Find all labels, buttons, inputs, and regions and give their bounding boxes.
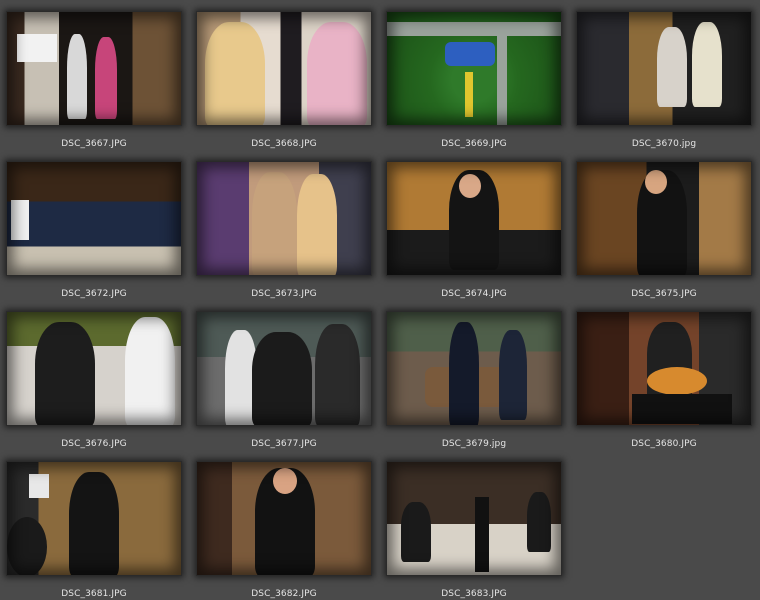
photo-filename: DSC_3679.jpg [441, 439, 507, 449]
photo-thumbnail[interactable] [6, 11, 182, 126]
photo-image [196, 311, 372, 426]
photo-filename: DSC_3670.jpg [631, 139, 697, 149]
photo-image [6, 311, 182, 426]
photo-image [576, 11, 752, 126]
photo-image [576, 311, 752, 426]
photo-filename: DSC_3677.JPG [251, 439, 317, 449]
photo-image [386, 161, 562, 276]
photo-thumbnail[interactable] [6, 311, 182, 426]
photo-thumbnail[interactable] [386, 461, 562, 576]
photo-image [386, 11, 562, 126]
photo-filename: DSC_3669.JPG [441, 139, 507, 149]
photo-image [196, 461, 372, 576]
photo-thumbnail[interactable] [196, 11, 372, 126]
photo-filename: DSC_3683.JPG [441, 589, 507, 599]
thumbnail-gallery: DSC_3667.JPG DSC_3668.JPG DSC_3669.JPG D… [0, 0, 760, 600]
photo-thumbnail[interactable] [196, 461, 372, 576]
photo-filename: DSC_3680.JPG [631, 439, 697, 449]
photo-thumbnail[interactable] [386, 11, 562, 126]
photo-filename: DSC_3676.JPG [61, 439, 127, 449]
photo-filename: DSC_3682.JPG [251, 589, 317, 599]
photo-filename: DSC_3668.JPG [251, 139, 317, 149]
photo-thumbnail[interactable] [196, 311, 372, 426]
photo-filename: DSC_3674.JPG [441, 289, 507, 299]
photo-thumbnail[interactable] [576, 311, 752, 426]
photo-thumbnail[interactable] [386, 161, 562, 276]
photo-image [386, 461, 562, 576]
photo-thumbnail[interactable] [6, 461, 182, 576]
photo-image [196, 161, 372, 276]
photo-thumbnail[interactable] [386, 311, 562, 426]
photo-thumbnail[interactable] [576, 161, 752, 276]
photo-thumbnail[interactable] [576, 11, 752, 126]
photo-filename: DSC_3667.JPG [61, 139, 127, 149]
photo-image [576, 161, 752, 276]
photo-filename: DSC_3675.JPG [631, 289, 697, 299]
photo-image [6, 161, 182, 276]
photo-thumbnail[interactable] [6, 161, 182, 276]
photo-image [196, 11, 372, 126]
photo-image [6, 461, 182, 576]
photo-filename: DSC_3681.JPG [61, 589, 127, 599]
photo-image [386, 311, 562, 426]
photo-image [6, 11, 182, 126]
photo-thumbnail[interactable] [196, 161, 372, 276]
photo-filename: DSC_3673.JPG [251, 289, 317, 299]
photo-filename: DSC_3672.JPG [61, 289, 127, 299]
